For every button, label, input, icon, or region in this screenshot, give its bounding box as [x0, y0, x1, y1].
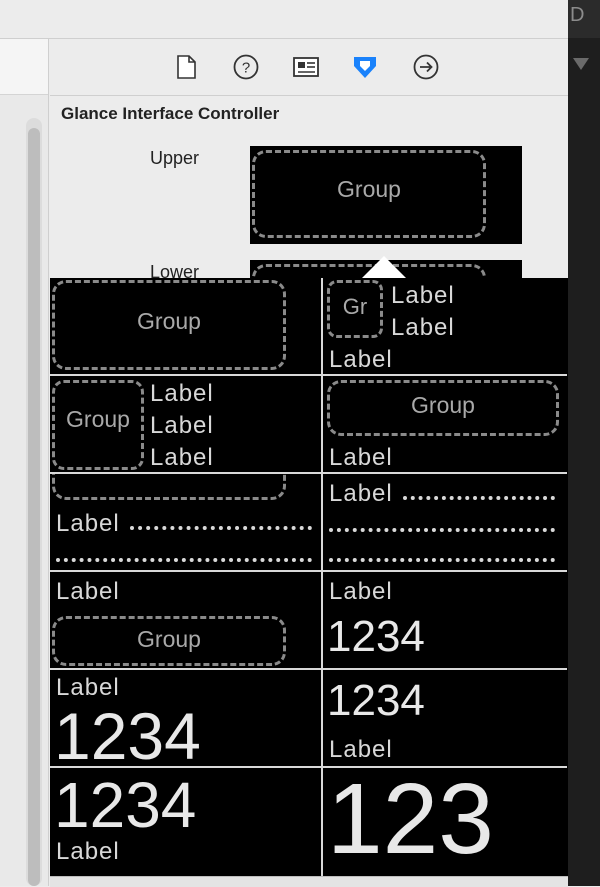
label: Label	[329, 346, 393, 373]
template-cell[interactable]: 1234 Label	[323, 670, 567, 768]
dropdown-arrow-icon[interactable]	[573, 58, 589, 70]
dotted-line	[130, 526, 312, 530]
template-popover: Group Gr Label Label Label Group Label L…	[50, 278, 568, 876]
label: Label	[56, 838, 120, 865]
template-cell[interactable]: Label	[323, 474, 567, 572]
label: Label	[150, 444, 214, 471]
group-label: Group	[137, 626, 201, 652]
dotted-line	[56, 558, 312, 562]
dotted-line	[329, 558, 555, 562]
label: Label	[329, 578, 393, 605]
help-icon[interactable]: ?	[232, 53, 260, 81]
navigator-scroll-thumb[interactable]	[28, 128, 40, 886]
dotted-line	[403, 496, 555, 500]
label: Label	[56, 578, 120, 605]
group-label: Group	[411, 392, 475, 418]
file-icon[interactable]	[172, 53, 200, 81]
group-label: Group	[337, 176, 401, 202]
label: Label	[329, 444, 393, 471]
navigator-row[interactable]	[0, 39, 48, 95]
group-label: Group	[66, 406, 130, 432]
label: Label	[391, 314, 455, 341]
inspector-bottom-edge	[50, 876, 568, 887]
template-cell[interactable]: Label 1234	[323, 572, 567, 670]
group-label: Gr	[342, 294, 368, 319]
number-label: 1234	[327, 612, 425, 661]
editor-dark-edge	[568, 0, 600, 886]
template-cell[interactable]: 123	[323, 768, 567, 876]
label: Label	[329, 736, 393, 763]
template-cell[interactable]: Label 1234	[50, 670, 323, 768]
template-cell[interactable]: Group	[50, 278, 323, 376]
section-title: Glance Interface Controller	[61, 104, 280, 123]
group-label: Group	[137, 308, 201, 334]
number-label: 1234	[54, 769, 197, 841]
identity-icon[interactable]	[292, 53, 320, 81]
group-outline	[52, 474, 286, 500]
window-top-strip	[0, 0, 600, 39]
label: Label	[56, 510, 120, 537]
template-cell[interactable]: Group Label Label Label	[50, 376, 323, 474]
popover-arrow	[362, 256, 406, 278]
template-cell[interactable]: Label Group	[50, 572, 323, 670]
upper-template-preview[interactable]: Group	[250, 146, 522, 244]
corner-letter: D	[570, 4, 585, 26]
svg-text:?: ?	[242, 60, 250, 77]
template-cell[interactable]: 1234 Label	[50, 768, 323, 876]
number-label: 1234	[327, 676, 425, 725]
label: Label	[391, 282, 455, 309]
label: Label	[150, 412, 214, 439]
attributes-icon[interactable]	[350, 53, 378, 81]
number-label: 123	[327, 768, 494, 875]
template-cell[interactable]: Label	[50, 474, 323, 572]
connections-icon[interactable]	[412, 53, 440, 81]
label: Label	[150, 380, 214, 407]
label: Label	[329, 480, 393, 507]
template-cell[interactable]: Gr Label Label Label	[323, 278, 567, 376]
upper-label: Upper	[150, 148, 200, 168]
number-label: 1234	[54, 699, 201, 768]
dotted-line	[329, 528, 555, 532]
template-cell[interactable]: Group Label	[323, 376, 567, 474]
